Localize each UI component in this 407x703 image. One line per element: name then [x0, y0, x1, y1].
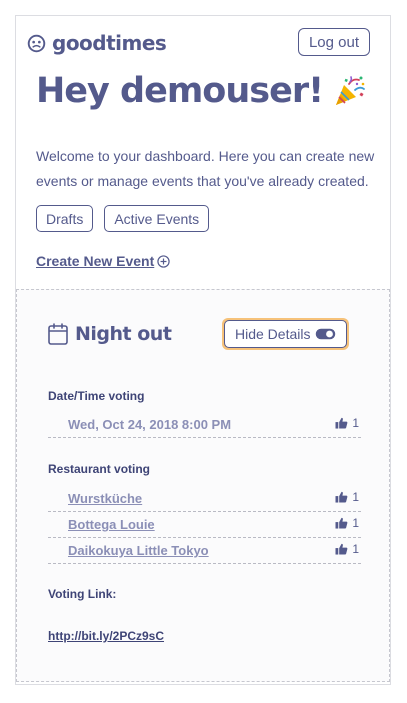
create-new-event-link[interactable]: Create New Event [36, 253, 170, 269]
dashboard-card: goodtimes Log out Hey demouser! Welcome … [15, 15, 391, 685]
vote-count-value: 1 [352, 490, 359, 504]
vote-count[interactable]: 1 [335, 416, 359, 430]
greeting: Hey demouser! [36, 71, 367, 111]
datetime-option-row: Wed, Oct 24, 2018 8:00 PM 1 [48, 412, 361, 438]
welcome-text: Welcome to your dashboard. Here you can … [36, 148, 375, 189]
thumbs-up-icon [335, 491, 348, 503]
active-events-button[interactable]: Active Events [104, 205, 210, 232]
thumbs-up-icon [335, 417, 348, 429]
thumbs-up-icon [335, 543, 348, 555]
toggle-on-icon [316, 328, 336, 340]
vote-count[interactable]: 1 [335, 516, 359, 530]
calendar-icon [48, 323, 68, 345]
party-popper-icon [336, 76, 365, 105]
voting-link[interactable]: http://bit.ly/2PCz9sC [48, 629, 164, 643]
logo-text: goodtimes [52, 31, 167, 55]
vote-count-value: 1 [352, 542, 359, 556]
restaurant-option-link[interactable]: Wurstküche [68, 491, 142, 506]
header: goodtimes Log out [27, 28, 370, 58]
logout-button[interactable]: Log out [297, 28, 370, 56]
create-new-event-label: Create New Event [36, 253, 155, 269]
vote-count-value: 1 [352, 416, 359, 430]
hide-details-label: Hide Details [235, 326, 311, 342]
event-title: Night out [75, 323, 172, 345]
voting-link-label: Voting Link: [48, 587, 117, 601]
datetime-option-label: Wed, Oct 24, 2018 8:00 PM [68, 417, 232, 432]
plus-circle-icon [157, 254, 170, 268]
event-tabs: Drafts Active Events [36, 205, 210, 232]
restaurant-option-link[interactable]: Bottega Louie [68, 517, 155, 532]
restaurant-option-row: Bottega Louie 1 [48, 512, 361, 538]
page-title: Hey demouser! [36, 71, 324, 111]
restaurant-option-link[interactable]: Daikokuya Little Tokyo [68, 543, 209, 558]
thumbs-up-icon [335, 517, 348, 529]
vote-count[interactable]: 1 [335, 490, 359, 504]
event-header: Night out [48, 323, 172, 345]
hide-details-focus-ring: Hide Details [222, 318, 350, 350]
event-card: Night out Hide Details Date/Time voting … [16, 289, 390, 682]
drafts-button[interactable]: Drafts [36, 205, 94, 232]
vote-count-value: 1 [352, 516, 359, 530]
hide-details-button[interactable]: Hide Details [224, 320, 348, 348]
goodtimes-logo-icon [27, 34, 46, 52]
vote-count[interactable]: 1 [335, 542, 359, 556]
logo[interactable]: goodtimes [27, 31, 167, 55]
restaurant-option-row: Daikokuya Little Tokyo 1 [48, 538, 361, 564]
datetime-voting-label: Date/Time voting [48, 389, 145, 403]
restaurant-voting-label: Restaurant voting [48, 462, 151, 476]
restaurant-option-row: Wurstküche 1 [48, 486, 361, 512]
